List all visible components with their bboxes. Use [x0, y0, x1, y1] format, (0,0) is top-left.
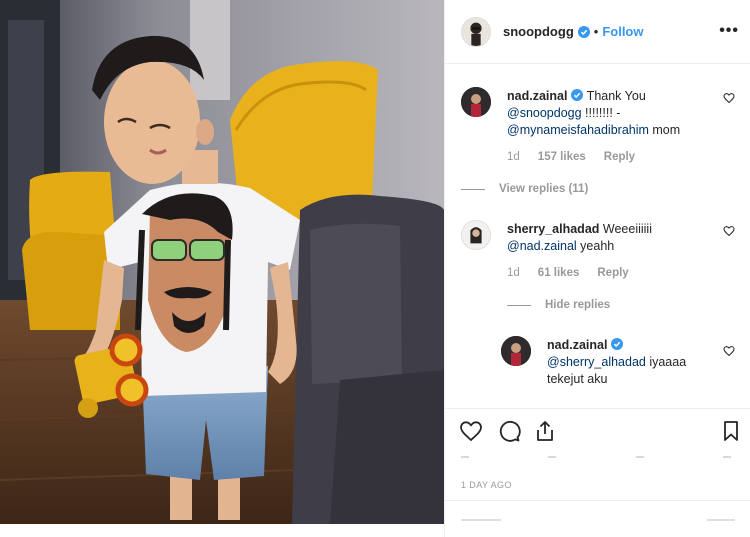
commenter-avatar-image [501, 336, 531, 366]
verified-badge-icon [571, 89, 584, 101]
verified-badge-icon [611, 338, 624, 350]
more-options-icon[interactable]: ••• [719, 22, 739, 40]
view-replies-toggle[interactable]: View replies (11) [461, 183, 588, 195]
comment-item: sherry_alhadad Weeeiiiiii @nad.zainal ye… [461, 220, 741, 320]
mention-link[interactable]: @nad.zainal [507, 239, 577, 253]
comment-username[interactable]: sherry_alhadad [507, 222, 599, 236]
heart-icon[interactable] [459, 419, 483, 443]
hide-replies-label: Hide replies [545, 299, 611, 311]
like-comment-heart-icon[interactable] [723, 91, 735, 104]
verified-badge-icon [577, 25, 590, 38]
post-details-panel: snoopdogg • Follow ••• nad.zainal Thank … [444, 0, 750, 537]
reply-button[interactable]: Reply [597, 267, 628, 279]
comment-age: 1d [507, 151, 520, 163]
like-comment-heart-icon[interactable] [723, 224, 735, 237]
author-avatar-image [462, 17, 490, 46]
comment-likes[interactable]: 157 likes [538, 151, 586, 163]
comment-text: sherry_alhadad Weeeiiiiii @nad.zainal ye… [507, 221, 707, 255]
comment-text: nad.zainal Thank You @snoopdogg !!!!!!!!… [507, 88, 707, 139]
commenter-avatar[interactable] [501, 336, 531, 366]
comment-body-part: !!!!!!!! - [581, 106, 621, 120]
comment-item: nad.zainal Thank You @snoopdogg !!!!!!!!… [461, 87, 741, 207]
comment-body-part: yeahh [576, 239, 615, 253]
post-header: snoopdogg • Follow ••• [445, 0, 750, 64]
comment-age: 1d [507, 267, 520, 279]
post-photo-illustration [0, 0, 444, 524]
faded-likes-row [461, 456, 731, 466]
comment-icon[interactable] [497, 419, 521, 443]
post-comment-button[interactable] [707, 519, 735, 521]
reply-item: nad.zainal @sherry_alhadad iyaaaa tekeju… [501, 336, 741, 406]
faded-mark [635, 456, 644, 458]
comment-body-part: mom [648, 123, 681, 137]
comment-body-part: Weeeiiiiii [599, 222, 652, 236]
author-avatar[interactable] [461, 16, 491, 47]
share-icon[interactable] [533, 419, 557, 443]
comment-body-part: iyaaaa [645, 355, 687, 369]
comment-meta: 1d 61 likes Reply [507, 267, 629, 279]
reply-button[interactable]: Reply [604, 151, 635, 163]
faded-mark [722, 456, 731, 458]
mention-link[interactable]: @sherry_alhadad [547, 355, 646, 369]
view-replies-label: View replies (11) [499, 183, 589, 195]
faded-mark [461, 456, 469, 458]
comment-body-part: Thank You [583, 89, 646, 103]
like-comment-heart-icon[interactable] [723, 344, 735, 357]
comment-username[interactable]: nad.zainal [507, 89, 567, 103]
post-timestamp: 1 DAY AGO [461, 480, 512, 490]
commenter-avatar[interactable] [461, 87, 491, 117]
replies-line-divider [461, 188, 485, 190]
mention-link[interactable]: @mynameisfahadibrahim [507, 123, 649, 137]
add-comment-bar[interactable] [445, 500, 750, 537]
mention-link[interactable]: @snoopdogg [507, 106, 582, 120]
header-separator: • [593, 24, 599, 39]
comment-meta: 1d 157 likes Reply [507, 151, 635, 163]
bookmark-icon[interactable] [719, 419, 743, 443]
comment-username[interactable]: nad.zainal [547, 338, 607, 352]
faded-mark [548, 456, 557, 458]
add-comment-input[interactable] [461, 519, 501, 521]
comment-body-part: tekejut aku [547, 372, 608, 386]
commenter-avatar[interactable] [461, 220, 491, 250]
commenter-avatar-image [461, 87, 491, 117]
comments-list[interactable]: nad.zainal Thank You @snoopdogg !!!!!!!!… [445, 65, 750, 407]
follow-button[interactable]: Follow [602, 24, 643, 39]
post-photo[interactable] [0, 0, 444, 524]
author-username[interactable]: snoopdogg [503, 24, 574, 39]
replies-line-divider [507, 304, 531, 306]
comment-likes[interactable]: 61 likes [538, 267, 580, 279]
post-action-bar [445, 408, 750, 452]
hide-replies-toggle[interactable]: Hide replies [461, 299, 610, 311]
commenter-avatar-image [462, 221, 490, 249]
instagram-post-view: snoopdogg • Follow ••• nad.zainal Thank … [0, 0, 750, 537]
comment-text: nad.zainal @sherry_alhadad iyaaaa tekeju… [547, 337, 697, 388]
